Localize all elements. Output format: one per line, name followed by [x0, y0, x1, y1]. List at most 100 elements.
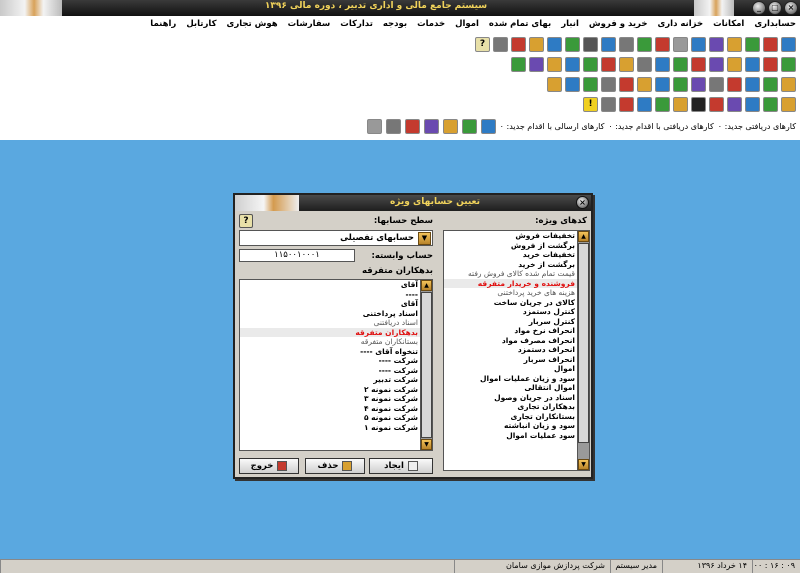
special-codes-scrollbar[interactable]: ▲ ▼ — [577, 231, 589, 470]
list-item[interactable]: تنخواه آقای ---- — [240, 347, 432, 357]
phone-icon[interactable] — [565, 56, 580, 72]
menu-cost[interactable]: بهای تمام شده — [489, 19, 551, 29]
copy-icon[interactable] — [709, 76, 724, 92]
key-icon[interactable] — [637, 76, 652, 92]
scroll-down-icon[interactable]: ▼ — [421, 439, 432, 450]
list-item[interactable]: شرکت نمونه ۱ — [240, 423, 432, 433]
moon-icon[interactable] — [691, 96, 706, 112]
alert-icon[interactable]: ! — [583, 96, 598, 112]
calculator-icon[interactable] — [547, 76, 562, 92]
invoice-icon[interactable] — [637, 56, 652, 72]
cheque-icon[interactable] — [727, 56, 742, 72]
list-item[interactable]: کنترل دستمزد — [444, 307, 589, 317]
accounts-scrollbar[interactable]: ▲ ▼ — [420, 280, 432, 450]
inventory-icon[interactable] — [673, 56, 688, 72]
warning-icon[interactable] — [691, 56, 706, 72]
scroll-down-icon[interactable]: ▼ — [578, 459, 589, 470]
list-item[interactable]: تخفیفات فروش — [444, 231, 589, 241]
folder-icon[interactable] — [601, 36, 616, 52]
tag-icon[interactable] — [601, 56, 616, 72]
list-item[interactable]: انحراف مصرف مواد — [444, 336, 589, 346]
special-codes-list[interactable]: تخفیفات فروش برگشت از فروش تخفیفات خرید برگ… — [443, 230, 590, 471]
maximize-button[interactable]: ▢ — [768, 1, 782, 15]
archive-icon[interactable] — [781, 76, 796, 92]
dashboard-icon[interactable] — [745, 96, 760, 112]
scroll-thumb[interactable] — [421, 292, 432, 438]
list-item[interactable]: آقای — [240, 280, 432, 290]
inbox-icon[interactable] — [461, 118, 477, 134]
add-icon[interactable] — [763, 76, 778, 92]
list-item[interactable]: سود و زیان عملیات اموال — [444, 374, 589, 384]
menu-procurement[interactable]: تدارکات — [340, 19, 373, 29]
list-item[interactable]: اموال انتقالی — [444, 383, 589, 393]
list-item[interactable]: شرکت نمونه ۳ — [240, 394, 432, 404]
dialog-help-icon[interactable]: ? — [239, 214, 253, 228]
report-icon[interactable] — [763, 36, 778, 52]
list-item[interactable]: بدهکاران متفرقه — [240, 327, 432, 337]
cash-icon[interactable] — [781, 56, 796, 72]
list-item[interactable]: انحراف دستمزد — [444, 345, 589, 355]
pie-icon[interactable] — [763, 96, 778, 112]
list-item[interactable]: بدهکاران تجاری — [444, 402, 589, 412]
menu-services[interactable]: خدمات — [417, 19, 445, 29]
scroll-up-icon[interactable]: ▲ — [421, 280, 432, 291]
printer-icon[interactable] — [493, 36, 508, 52]
lock-icon[interactable] — [619, 76, 634, 92]
chart-icon[interactable] — [727, 36, 742, 52]
list-item[interactable]: اسناد دریافتنی — [240, 318, 432, 328]
minimize-button[interactable]: _ — [752, 1, 766, 15]
new-received-tasks[interactable]: کارهای دریافتی جدید: ۰ — [718, 122, 796, 131]
delete-icon[interactable] — [727, 76, 742, 92]
menu-orders[interactable]: سفارشات — [288, 19, 331, 29]
money-icon[interactable] — [547, 56, 562, 72]
car-icon[interactable] — [583, 56, 598, 72]
list-item[interactable]: بستانکاران تجاری — [444, 412, 589, 422]
cube-icon[interactable] — [781, 96, 796, 112]
help-icon[interactable]: ? — [475, 36, 490, 52]
menu-warehouse[interactable]: انبار — [561, 19, 579, 29]
table-icon[interactable] — [637, 36, 652, 52]
list-item[interactable]: شرکت نمونه ۵ — [240, 413, 432, 423]
graph-icon[interactable] — [727, 96, 742, 112]
paint-icon[interactable] — [637, 96, 652, 112]
linked-account-code-field[interactable]: ۱۱۵۰۰۱۰۰۰۱ — [239, 249, 355, 262]
list-item[interactable]: سود عملیات اموال — [444, 431, 589, 441]
list-item[interactable]: برگشت از فروش — [444, 241, 589, 251]
list-item[interactable]: قیمت تمام شده کالای فروش رفته — [444, 269, 589, 279]
menu-purchase-sales[interactable]: خرید و فروش — [589, 19, 648, 29]
list-item[interactable]: سود و زیان انباشته — [444, 421, 589, 431]
scroll-thumb[interactable] — [578, 243, 589, 443]
star-icon[interactable] — [529, 36, 544, 52]
flag-icon[interactable] — [583, 76, 598, 92]
user-icon[interactable] — [529, 56, 544, 72]
truck-icon[interactable] — [655, 56, 670, 72]
list-item[interactable]: آقای — [240, 299, 432, 309]
menu-facilities[interactable]: امکانات — [713, 19, 744, 29]
network-icon[interactable] — [655, 96, 670, 112]
mail-icon[interactable] — [565, 76, 580, 92]
create-button[interactable]: ایجاد — [369, 458, 433, 474]
trash-icon[interactable] — [619, 96, 634, 112]
list-item[interactable]: فروشنده و خریدار متفرقه — [444, 278, 589, 288]
list-item[interactable]: شرکت نمونه ۴ — [240, 404, 432, 414]
sent-action-tasks[interactable]: کارهای ارسالی با اقدام جدید: ۰ — [500, 122, 605, 131]
chart-bar-icon[interactable] — [691, 76, 706, 92]
form-icon[interactable] — [745, 76, 760, 92]
window-icon[interactable] — [601, 76, 616, 92]
grid-icon[interactable] — [745, 36, 760, 52]
sun-icon[interactable] — [673, 96, 688, 112]
list-item[interactable]: کالای در جریان ساخت — [444, 298, 589, 308]
monitor-icon[interactable] — [547, 36, 562, 52]
list-item[interactable]: انحراف سربار — [444, 355, 589, 365]
dialog-close-button[interactable]: × — [576, 196, 589, 209]
refresh-icon[interactable] — [480, 118, 496, 134]
wrench-icon[interactable] — [366, 118, 382, 134]
menu-accounting[interactable]: حسابداری — [754, 19, 796, 29]
account-level-select[interactable]: حسابهای تفصیلی ▼ — [239, 230, 433, 246]
list-icon[interactable] — [619, 36, 634, 52]
chevron-down-icon[interactable]: ▼ — [418, 232, 431, 245]
list-item[interactable]: اسناد در جریان وصول — [444, 393, 589, 403]
outbox-icon[interactable] — [442, 118, 458, 134]
menu-budget[interactable]: بودجه — [383, 19, 407, 29]
accounts-list[interactable]: آقای ---- آقای اسناد پرداختنی اسناد دریافتنی… — [239, 279, 433, 451]
